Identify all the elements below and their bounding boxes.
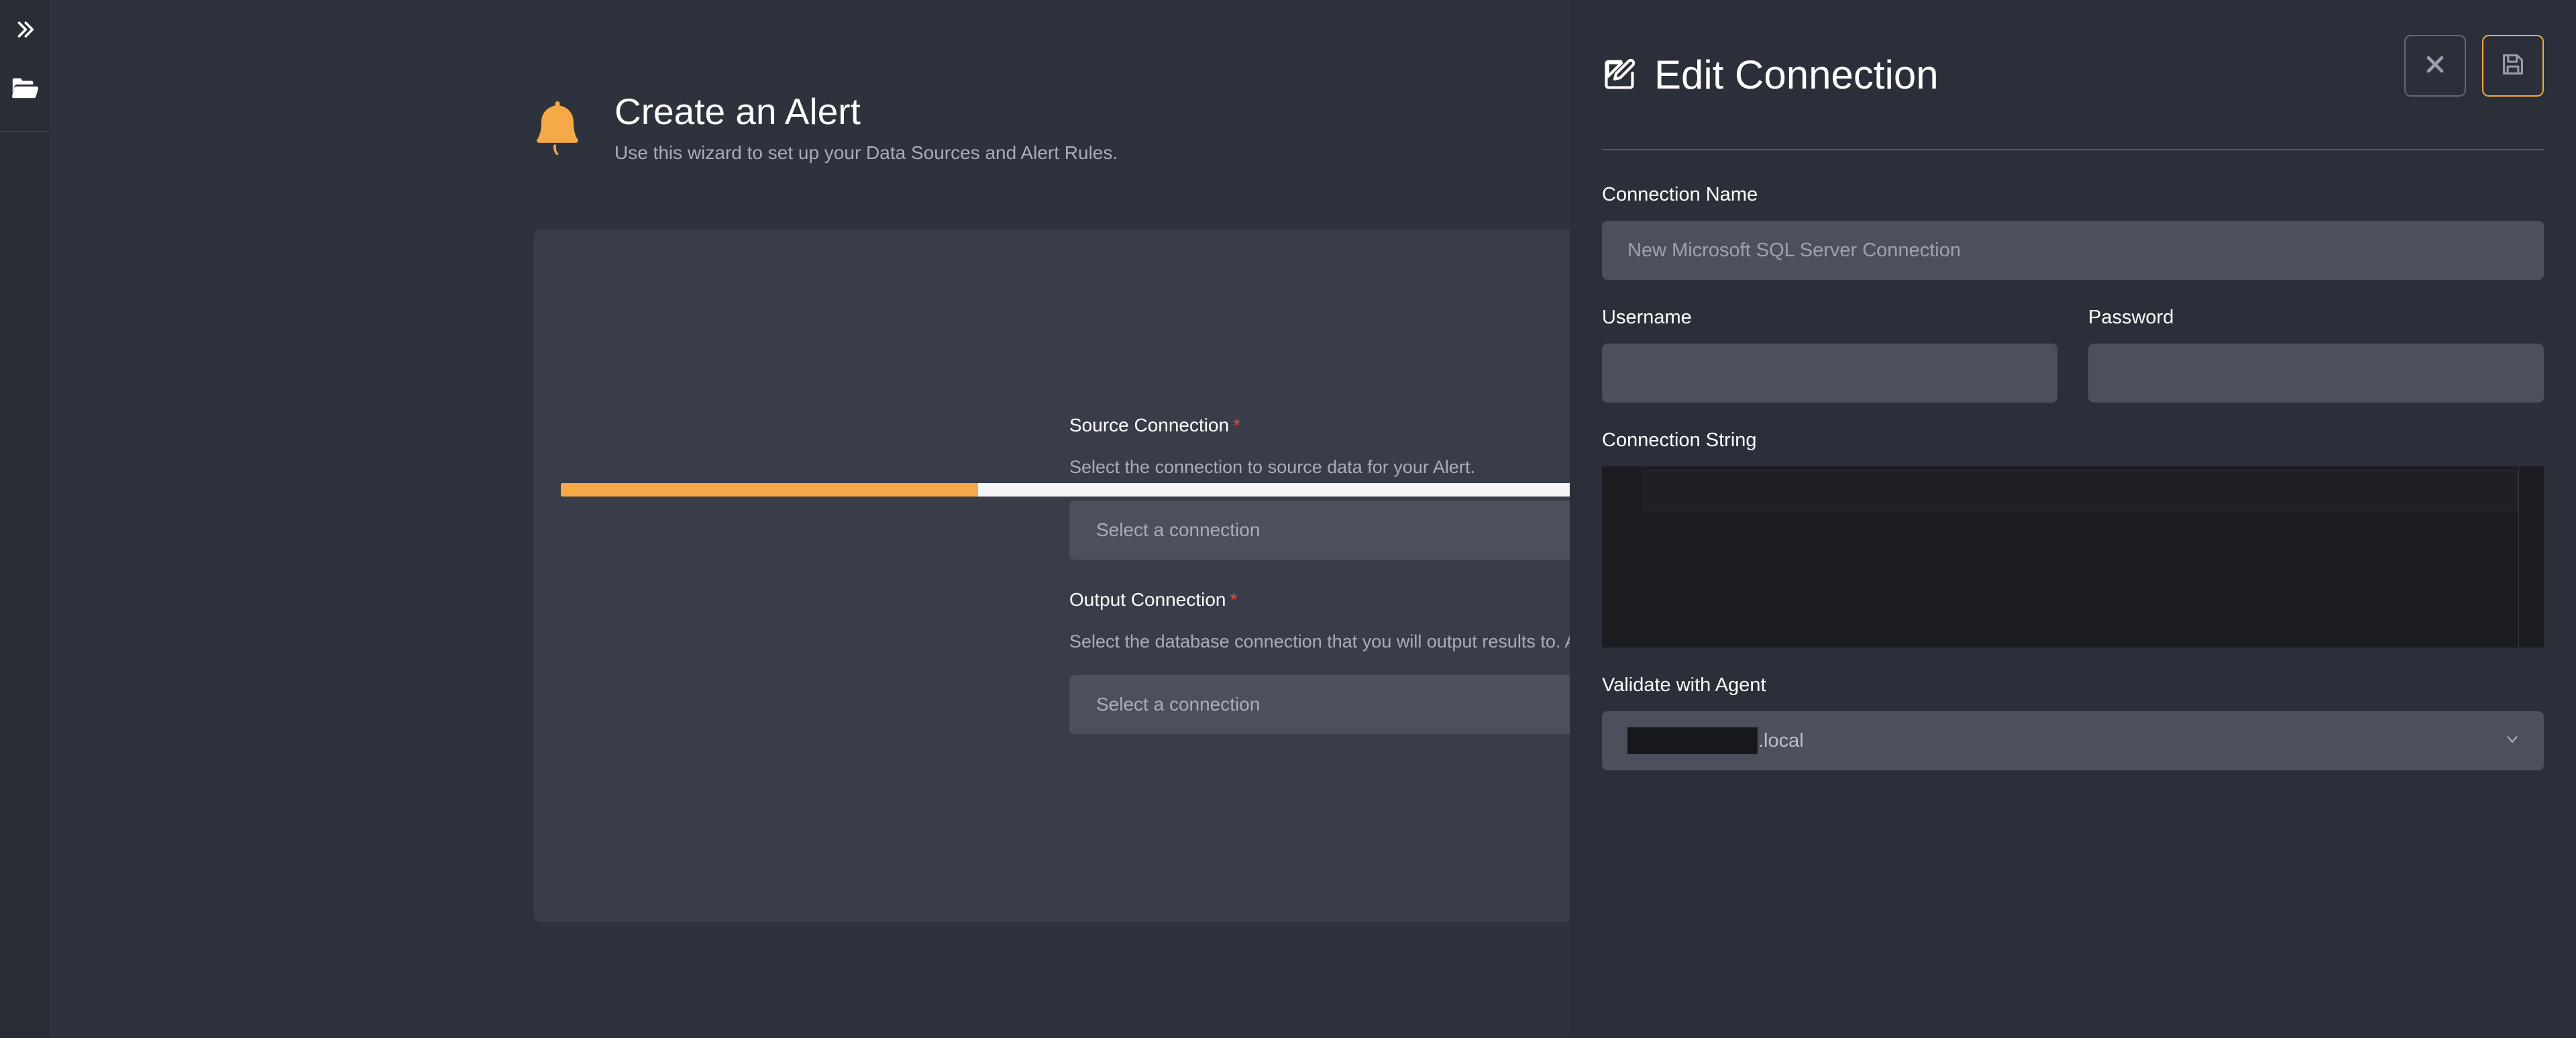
source-connection-label-text: Source Connection: [1069, 415, 1230, 435]
panel-header: Edit Connection: [1602, 0, 2544, 149]
editor-active-line: [1644, 470, 2518, 511]
redacted-hostname: [1627, 727, 1758, 754]
connection-name-label: Connection Name: [1602, 184, 1758, 205]
editor-scrollbar[interactable]: [2518, 466, 2544, 647]
bell-icon: [530, 97, 585, 164]
edit-connection-panel: Edit Connection Connection Name New Micr…: [1570, 0, 2576, 1038]
chevron-down-icon: [2504, 731, 2521, 751]
connection-name-input[interactable]: [1602, 221, 2544, 280]
output-connection-help: Select the database connection that you …: [1069, 631, 1570, 652]
wizard-progress-fill: [561, 483, 978, 497]
edit-pen-square-icon: [1602, 57, 1637, 95]
expand-sidebar-button[interactable]: [0, 0, 50, 59]
connection-string-editor[interactable]: [1602, 466, 2544, 647]
floppy-save-icon: [2500, 52, 2526, 81]
required-asterisk: *: [1233, 415, 1241, 435]
left-sidebar-rail: [0, 0, 50, 1038]
source-connection-label: Source Connection *: [1069, 415, 1570, 436]
connection-string-label: Connection String: [1602, 429, 1757, 451]
rail-divider: [0, 131, 50, 132]
password-label: Password: [2088, 307, 2174, 328]
credential-row: Username Password: [1602, 307, 2544, 403]
sidebar-item-projects[interactable]: [0, 59, 50, 118]
output-connection-label-text: Output Connection: [1069, 589, 1226, 610]
app-root: Create an Alert Use this wizard to set u…: [0, 0, 2576, 1038]
username-label: Username: [1602, 307, 1692, 328]
main-content-area: Create an Alert Use this wizard to set u…: [50, 0, 1570, 1038]
password-input[interactable]: [2088, 344, 2544, 403]
source-connection-select[interactable]: Select a connection: [1069, 500, 1570, 560]
required-asterisk: *: [1230, 589, 1238, 610]
validate-with-agent-group: Validate with Agent .local: [1602, 674, 2544, 770]
agent-hostname-suffix: .local: [1758, 729, 1804, 751]
username-group: Username: [1602, 307, 2057, 403]
source-connection-help: Select the connection to source data for…: [1069, 457, 1475, 477]
source-connection-field: Source Connection * Select the connection…: [1069, 415, 1570, 560]
wizard-header: Create an Alert Use this wizard to set u…: [530, 91, 1118, 164]
username-input[interactable]: [1602, 344, 2057, 403]
page-subtitle: Use this wizard to set up your Data Sour…: [614, 142, 1118, 163]
wizard-card: Source Connection * Select the connection…: [534, 229, 1570, 922]
connection-string-group: Connection String: [1602, 429, 2544, 647]
folder-open-icon: [9, 73, 40, 104]
output-connection-placeholder: Select a connection: [1096, 693, 1260, 715]
password-group: Password: [2088, 307, 2544, 403]
panel-actions: [2404, 35, 2544, 97]
editor-gutter: [1602, 466, 1644, 647]
close-panel-button[interactable]: [2404, 35, 2466, 97]
panel-title: Edit Connection: [1654, 52, 1939, 97]
chevron-double-right-icon: [13, 18, 36, 41]
output-connection-field: Output Connection * Select the database c…: [1069, 589, 1570, 734]
validate-with-agent-label: Validate with Agent: [1602, 674, 1766, 696]
panel-divider: [1602, 149, 2544, 150]
output-connection-select[interactable]: Select a connection: [1069, 674, 1570, 734]
panel-title-wrap: Edit Connection: [1602, 52, 1939, 98]
save-connection-button[interactable]: [2482, 35, 2544, 97]
connection-name-group: Connection Name: [1602, 184, 2544, 280]
page-title: Create an Alert: [614, 91, 861, 132]
validate-with-agent-select[interactable]: .local: [1602, 711, 2544, 770]
source-connection-placeholder: Select a connection: [1096, 519, 1260, 540]
output-connection-label: Output Connection *: [1069, 589, 1570, 611]
close-x-icon: [2424, 53, 2447, 79]
